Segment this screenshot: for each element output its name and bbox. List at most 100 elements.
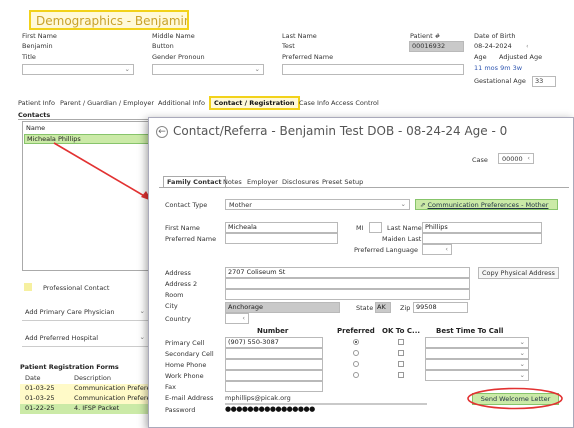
add-hospital-select[interactable]: Add Preferred Hospital ⌄ [22,333,148,347]
contact-type-select[interactable]: Mother ⌄ [225,199,410,210]
password-input[interactable]: ●●●●●●●●●●●●●●●● [225,405,325,413]
zip-input[interactable]: 99508 [413,302,468,313]
tab-access-control[interactable]: Access Control [331,99,379,107]
chevron-left-icon: ‹ [527,154,530,162]
preferred-name-input[interactable] [282,64,464,75]
last-name-input[interactable]: Phillips [422,222,542,233]
state-label: State [356,304,374,312]
country-label: Country [165,315,191,323]
contact-referral-modal: ← Contact/Referra - Benjamin Test DOB - … [148,117,574,428]
number-header: Number [257,327,289,335]
case-select[interactable]: 00000 ‹ [498,153,534,164]
preferred-name-input[interactable] [225,233,338,244]
ok-to-call-checkbox[interactable] [398,339,404,345]
address2-input[interactable] [225,278,470,289]
room-label: Room [165,291,184,299]
preferred-radio[interactable] [353,339,359,345]
preferred-radio[interactable] [353,350,359,356]
dob-value[interactable]: 08-24-2024 [474,42,512,50]
best-time-select[interactable]: ⌄ [425,359,529,370]
tab-preset-setup[interactable]: Preset Setup [322,178,363,186]
page-title: Demographics - Benjamin Test [29,10,189,30]
maiden-last-input[interactable] [422,233,542,244]
preferred-language-select[interactable]: ‹ [422,244,452,255]
red-circle-annotation [467,387,563,410]
address-input[interactable]: 2707 Coliseum St [225,267,470,278]
state-input[interactable]: AK [375,302,391,313]
city-input[interactable]: Anchorage [225,302,340,313]
chevron-down-icon: ⌄ [519,349,525,357]
link-icon: ⇗ [420,201,428,209]
contacts-heading: Contacts [18,111,156,120]
middle-name-label: Middle Name [152,32,195,40]
phone-label: Primary Cell [165,339,205,347]
phone-input[interactable] [225,359,323,370]
age-value: 11 mos 9m 3w [474,64,523,72]
ok-to-call-checkbox[interactable] [398,372,404,378]
first-name-input[interactable]: Micheala [225,222,338,233]
preferred-language-label: Preferred Language [354,246,418,254]
gestational-age-input[interactable]: 33 [532,76,556,87]
fax-input[interactable] [225,381,323,392]
fax-label: Fax [165,383,176,391]
registration-heading: Patient Registration Forms [20,363,119,371]
chevron-down-icon: ⌄ [139,333,145,341]
table-row[interactable]: 01-03-25 Communication Prefere [20,394,150,404]
mi-input[interactable] [369,222,382,233]
copy-physical-address-button[interactable]: Copy Physical Address [478,267,559,279]
email-label: E-mail Address [165,394,214,402]
communication-preferences-button[interactable]: ⇗ Communication Preferences - Mother [415,199,558,210]
last-name-value[interactable]: Test [282,42,295,50]
tab-notes[interactable]: Notes [223,178,242,186]
dob-chevron-icon[interactable]: ‹ [526,42,529,50]
back-arrow-icon[interactable]: ← [156,126,168,138]
registration-date-header: Date [25,374,41,382]
maiden-last-label: Maiden Last [382,235,422,243]
tab-contact-registration[interactable]: Contact / Registration [209,96,300,110]
chevron-down-icon: ⌄ [400,200,406,208]
preferred-radio[interactable] [353,361,359,367]
phone-input[interactable] [225,348,323,359]
country-select[interactable]: ‹ [225,313,249,324]
tab-family-contact[interactable]: Family Contact [163,176,226,187]
best-time-select[interactable]: ⌄ [425,370,529,381]
best-time-select[interactable]: ⌄ [425,337,529,348]
ok-to-call-checkbox[interactable] [398,350,404,356]
phone-input[interactable] [225,370,323,381]
chevron-down-icon: ⌄ [254,65,260,73]
contacts-name-header: Name [26,124,46,132]
tab-parent-guardian[interactable]: Parent / Guardian / Employer [60,99,154,107]
table-row[interactable]: 01-22-25 4. IFSP Packet [20,404,148,414]
add-pcp-select[interactable]: Add Primary Care Physician ⌄ [22,307,148,321]
title-select[interactable]: ⌄ [22,64,134,75]
chevron-left-icon: ‹ [242,314,245,322]
table-row[interactable]: 01-03-25 Communication Prefere [20,384,150,394]
tab-additional-info[interactable]: Additional Info [158,99,205,107]
password-label: Password [165,406,196,414]
email-value[interactable]: mphillips@picak.org [225,394,291,402]
patient-number-field: 00016932 [409,41,464,52]
tab-case-info[interactable]: Case Info [299,99,329,107]
tab-employer[interactable]: Employer [247,178,278,186]
professional-contact-label: Professional Contact [43,284,110,292]
city-label: City [165,302,178,310]
chevron-down-icon: ⌄ [139,307,145,315]
preferred-header: Preferred [337,327,375,335]
room-input[interactable] [225,289,470,300]
best-time-select[interactable]: ⌄ [425,348,529,359]
gender-pronoun-select[interactable]: ⌄ [152,64,264,75]
ok-to-call-checkbox[interactable] [398,361,404,367]
middle-name-value[interactable]: Button [152,42,174,50]
best-time-header: Best Time To Call [436,327,504,335]
first-name-label: First Name [22,32,57,40]
title-label: Title [22,53,36,61]
address-label: Address [165,269,191,277]
tab-disclosures[interactable]: Disclosures [282,178,319,186]
last-name-label: Last Name [387,224,422,232]
first-name-value[interactable]: Benjamin [22,42,53,50]
gestational-age-label: Gestational Age [474,77,526,85]
tab-patient-info[interactable]: Patient Info [18,99,55,107]
preferred-radio[interactable] [353,372,359,378]
mi-label: MI [356,224,364,232]
phone-input[interactable]: (907) 550-3087 [225,337,323,348]
